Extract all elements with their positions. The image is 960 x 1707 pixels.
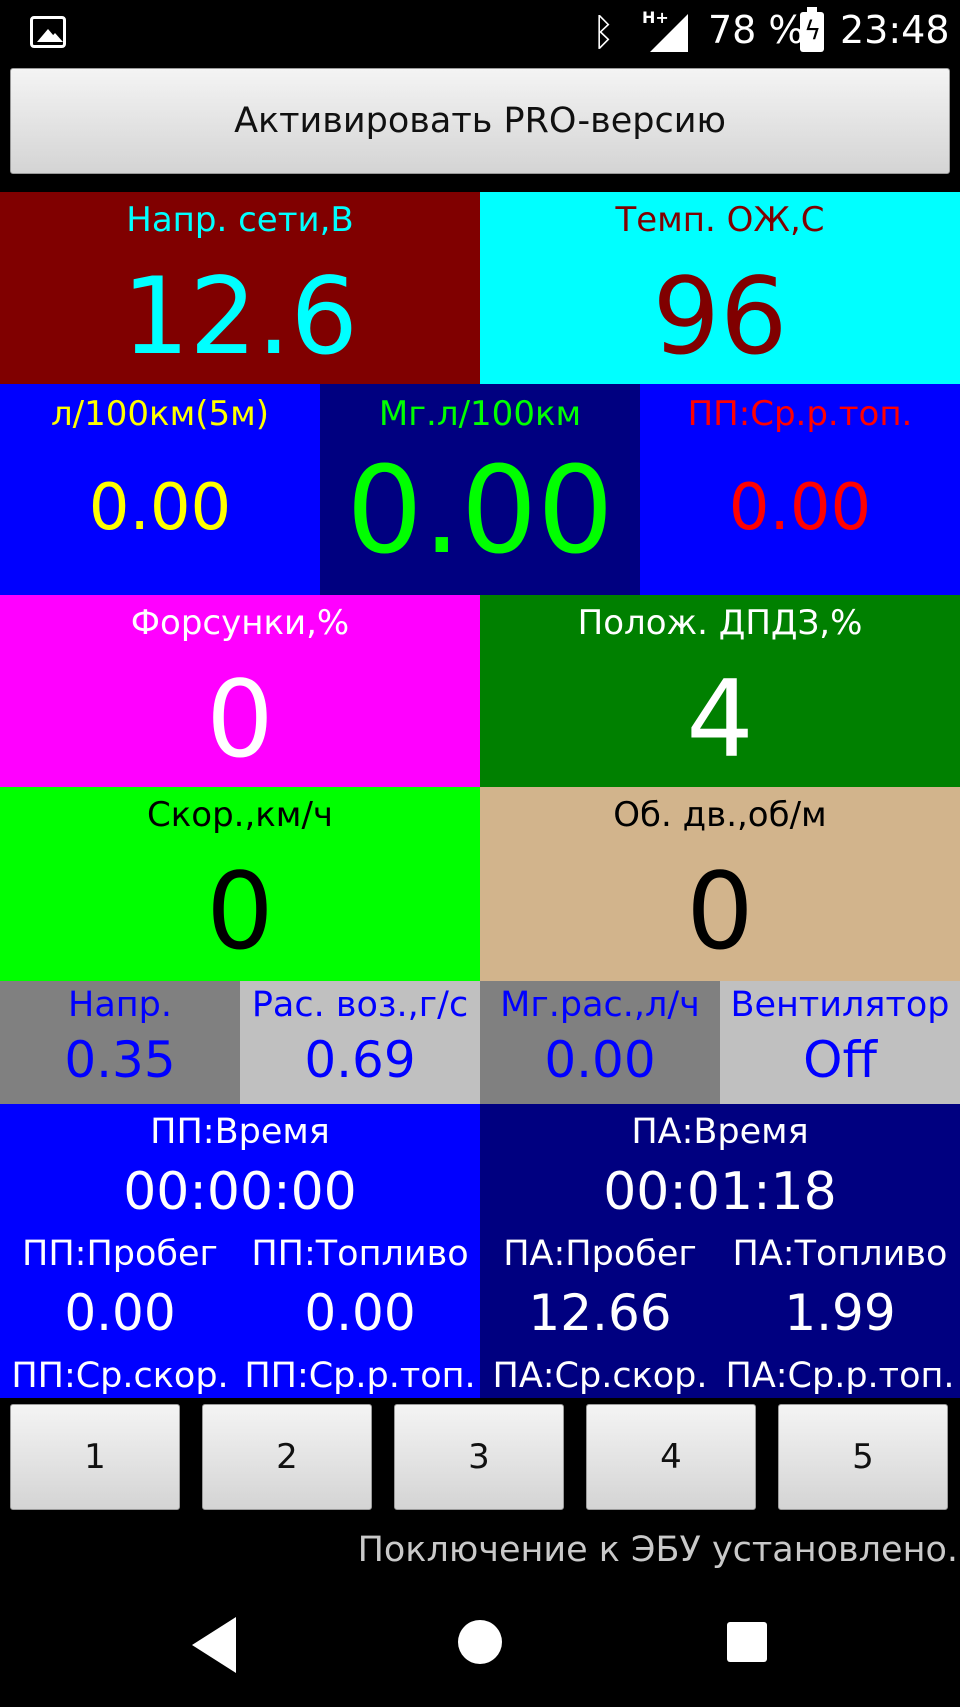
trip-pa-panel[interactable]: ПА:Время 00:01:18 ПА:Пробег ПА:Топливо 1… bbox=[480, 1104, 960, 1398]
speed-value: 0 bbox=[206, 850, 274, 973]
trip-pp-avg-speed-label: ПП:Ср.скор. bbox=[11, 1356, 229, 1396]
connection-status: Поключение к ЭБУ установлено. bbox=[357, 1530, 958, 1570]
rpm-tile[interactable]: Об. дв.,об/м 0 bbox=[480, 787, 960, 981]
voltage-tile[interactable]: Напр. сети,В 12.6 bbox=[0, 192, 480, 384]
voltage-value: 12.6 bbox=[121, 255, 358, 378]
bluetooth-icon: ᛒ bbox=[592, 10, 615, 54]
fuel-rate-value: 0.00 bbox=[544, 1031, 656, 1089]
fuel-rate-label: Мг.рас.,л/ч bbox=[500, 985, 700, 1025]
fuel-5m-tile[interactable]: л/100км(5м) 0.00 bbox=[0, 384, 320, 595]
fan-label: Вентилятор bbox=[730, 985, 950, 1025]
coolant-temp-value: 96 bbox=[652, 255, 788, 378]
coolant-temp-tile[interactable]: Темп. ОЖ,С 96 bbox=[480, 192, 960, 384]
trip-pa-avg-fuel-label: ПА:Ср.р.топ. bbox=[725, 1356, 955, 1396]
coolant-temp-label: Темп. ОЖ,С bbox=[615, 200, 825, 240]
trip-pa-distance-label: ПА:Пробег bbox=[503, 1234, 697, 1274]
trip-pa-time-label: ПА:Время bbox=[631, 1112, 809, 1152]
trip-pp-fuel-label: ПП:Топливо bbox=[251, 1234, 469, 1274]
throttle-tile[interactable]: Полож. ДПДЗ,% 4 bbox=[480, 595, 960, 787]
air-flow-tile[interactable]: Рас. воз.,г/с 0.69 bbox=[240, 981, 480, 1104]
page-2-button[interactable]: 2 bbox=[202, 1404, 372, 1510]
trip-pp-fuel-value: 0.00 bbox=[304, 1284, 416, 1342]
fuel-rate-tile[interactable]: Мг.рас.,л/ч 0.00 bbox=[480, 981, 720, 1104]
fuel-instant-value: 0.00 bbox=[346, 442, 614, 581]
trip-pp-time-label: ПП:Время bbox=[150, 1112, 330, 1152]
fuel-5m-label: л/100км(5м) bbox=[50, 394, 270, 434]
page-5-button[interactable]: 5 bbox=[778, 1404, 948, 1510]
sensor-voltage-tile[interactable]: Напр. 0.35 bbox=[0, 981, 240, 1104]
rpm-label: Об. дв.,об/м bbox=[613, 795, 827, 835]
trip-pa-time-value: 00:01:18 bbox=[603, 1162, 837, 1222]
sensor-voltage-value: 0.35 bbox=[64, 1031, 176, 1089]
trip-pp-panel[interactable]: ПП:Время 00:00:00 ПП:Пробег ПП:Топливо 0… bbox=[0, 1104, 480, 1398]
page-3-button[interactable]: 3 bbox=[394, 1404, 564, 1510]
battery-charging-icon: ϟ bbox=[800, 7, 824, 52]
injectors-value: 0 bbox=[206, 658, 274, 781]
trip-pp-avg-fuel-label: ПП:Ср.р.топ. bbox=[244, 1356, 476, 1396]
throttle-label: Полож. ДПДЗ,% bbox=[577, 603, 863, 643]
fuel-instant-label: Мг.л/100км bbox=[378, 394, 582, 434]
activate-pro-button[interactable]: Активировать PRO-версию bbox=[10, 68, 950, 174]
injectors-tile[interactable]: Форсунки,% 0 bbox=[0, 595, 480, 787]
fuel-instant-tile[interactable]: Мг.л/100км 0.00 bbox=[320, 384, 640, 595]
throttle-value: 4 bbox=[686, 658, 754, 781]
air-flow-label: Рас. воз.,г/с bbox=[251, 985, 469, 1025]
recent-apps-icon[interactable] bbox=[727, 1622, 767, 1662]
fuel-5m-value: 0.00 bbox=[88, 471, 232, 545]
trip-pa-fuel-label: ПА:Топливо bbox=[732, 1234, 948, 1274]
rpm-value: 0 bbox=[686, 850, 754, 973]
sensor-voltage-label: Напр. bbox=[68, 985, 172, 1025]
speed-label: Скор.,км/ч bbox=[146, 795, 333, 835]
injectors-label: Форсунки,% bbox=[130, 603, 350, 643]
trip-pa-avg-speed-label: ПА:Ср.скор. bbox=[492, 1356, 708, 1396]
fan-value: Off bbox=[803, 1031, 877, 1089]
status-bar: ᛒ H+ 78 % ϟ 23:48 bbox=[0, 0, 960, 66]
page-1-button[interactable]: 1 bbox=[10, 1404, 180, 1510]
page-4-button[interactable]: 4 bbox=[586, 1404, 756, 1510]
navigation-bar bbox=[0, 1590, 960, 1707]
battery-percent: 78 % bbox=[708, 8, 805, 52]
clock: 23:48 bbox=[840, 8, 950, 52]
signal-icon bbox=[650, 14, 688, 52]
voltage-label: Напр. сети,В bbox=[126, 200, 354, 240]
trip-pa-distance-value: 12.66 bbox=[528, 1284, 672, 1342]
back-icon[interactable] bbox=[192, 1617, 236, 1673]
home-icon[interactable] bbox=[458, 1620, 502, 1664]
fan-tile[interactable]: Вентилятор Off bbox=[720, 981, 960, 1104]
trip-pp-time-value: 00:00:00 bbox=[123, 1162, 357, 1222]
gallery-icon bbox=[30, 16, 66, 48]
trip-avg-fuel-value: 0.00 bbox=[728, 471, 872, 545]
trip-pp-distance-label: ПП:Пробег bbox=[22, 1234, 218, 1274]
trip-pp-distance-value: 0.00 bbox=[64, 1284, 176, 1342]
trip-pa-fuel-value: 1.99 bbox=[784, 1284, 896, 1342]
air-flow-value: 0.69 bbox=[304, 1031, 416, 1089]
trip-avg-fuel-label: ПП:Ср.р.топ. bbox=[687, 394, 913, 434]
trip-avg-fuel-tile[interactable]: ПП:Ср.р.топ. 0.00 bbox=[640, 384, 960, 595]
speed-tile[interactable]: Скор.,км/ч 0 bbox=[0, 787, 480, 981]
